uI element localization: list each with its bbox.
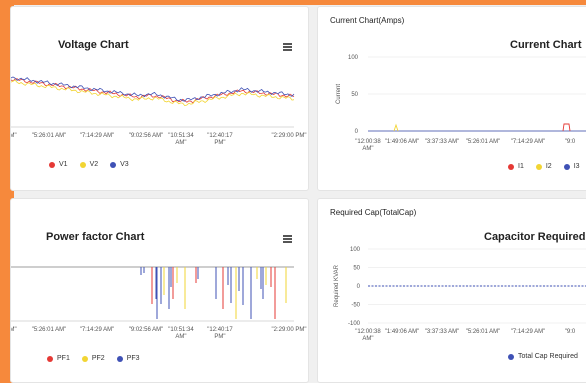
x-tick-label: "10:51:34 — [168, 133, 194, 139]
x-tick-label: AM" — [175, 140, 186, 146]
series-line-v1 — [11, 78, 295, 104]
x-tick-label: "7:14:29 AM" — [80, 133, 115, 139]
x-tick-label: "2:29:00 PM" — [272, 133, 307, 139]
x-tick-label: "9:02:56 AM" — [129, 133, 164, 139]
legend-marker-icon — [47, 355, 53, 362]
legend-item[interactable]: I3 — [563, 163, 580, 170]
legend-label: I3 — [573, 163, 580, 170]
x-tick-label: "9:02:56 AM" — [129, 327, 164, 333]
x-tick-label: "1:49:06 AM" — [385, 329, 420, 335]
x-tick-label: "9:0 — [565, 139, 576, 145]
legend-marker-icon — [508, 353, 514, 360]
x-tick-label: PM" — [214, 334, 225, 340]
legend-label: V3 — [120, 161, 129, 168]
legend-item[interactable]: PF2 — [81, 355, 105, 362]
legend-marker-icon — [49, 161, 55, 168]
x-tick-label: "3:37:33 AM" — [425, 329, 460, 335]
x-tick-label: "7:14:29 AM" — [80, 327, 115, 333]
y-axis-label: Required KVAR — [334, 264, 340, 307]
legend-item[interactable]: I1 — [508, 163, 524, 170]
x-tick-label: "9:0 — [565, 329, 576, 335]
x-tick-label: "5:26:01 AM" — [466, 139, 501, 145]
x-tick-label: "5:26:01 AM" — [32, 327, 67, 333]
x-tick-label: PM" — [214, 140, 225, 146]
x-tick-label: AM" — [10, 133, 17, 139]
legend-item[interactable]: V2 — [79, 161, 99, 168]
x-tick-label: "5:26:01 AM" — [466, 329, 501, 335]
x-tick-label: "10:51:34 — [168, 327, 194, 333]
x-tick-label: "2:29:00 PM" — [272, 327, 307, 333]
chart-legend: I1 I2 I3 — [508, 163, 580, 170]
y-tick-label: -50 — [351, 303, 360, 309]
legend-item[interactable]: PF1 — [47, 355, 70, 362]
legend-marker-icon — [563, 163, 570, 170]
legend-marker-icon — [508, 163, 514, 170]
chart-legend: PF1 PF2 PF3 — [47, 355, 140, 362]
legend-label: V2 — [89, 161, 99, 168]
legend-label: I2 — [545, 163, 552, 170]
y-tick-label: 0 — [355, 129, 359, 135]
legend-label: PF2 — [91, 355, 105, 362]
x-tick-label: "7:14:29 AM" — [511, 329, 546, 335]
chart-legend: V1 V2 V3 — [49, 161, 129, 168]
power-factor-chart-card: Power factor Chart AM" "5:26:01 AM" "7:14:… — [10, 198, 309, 383]
y-tick-label: 50 — [351, 92, 358, 98]
legend-item[interactable]: I2 — [535, 163, 552, 170]
legend-label: Total Cap Required — [518, 353, 578, 360]
legend-label: PF3 — [126, 355, 140, 362]
legend-item[interactable]: PF3 — [116, 355, 140, 362]
chart-legend: Total Cap Required — [508, 353, 578, 360]
x-tick-label: AM" — [10, 327, 17, 333]
x-tick-label: AM" — [175, 334, 186, 340]
current-chart-card: Current Chart(Amps) Current Chart 100 50 0… — [317, 6, 586, 191]
x-tick-label: "3:37:33 AM" — [425, 139, 460, 145]
x-tick-label: AM" — [362, 336, 373, 342]
series-line-i2 — [393, 123, 399, 132]
legend-item[interactable]: V3 — [110, 161, 129, 168]
capacitor-chart-card: Required Cap(TotalCap) Capacitor Require… — [317, 198, 586, 383]
legend-label: V1 — [59, 161, 68, 168]
x-tick-label: "12:00:38 — [355, 139, 381, 145]
y-tick-label: 50 — [353, 266, 360, 272]
x-tick-label: "12:40:17 — [207, 327, 233, 333]
legend-marker-icon — [535, 163, 542, 170]
y-tick-label: 100 — [348, 55, 359, 61]
y-axis-label: Current — [336, 84, 342, 104]
legend-label: PF1 — [57, 355, 70, 362]
legend-marker-icon — [79, 161, 86, 168]
x-tick-label: "1:49:06 AM" — [385, 139, 420, 145]
y-tick-label: -100 — [348, 321, 361, 327]
legend-marker-icon — [116, 355, 123, 362]
voltage-chart-card: Voltage Chart AM" "5:26:01 AM" "7:14:29 AM… — [10, 6, 309, 191]
series-line-v3 — [11, 76, 295, 102]
x-tick-label: AM" — [362, 146, 373, 152]
legend-item[interactable]: V1 — [49, 161, 68, 168]
x-tick-label: "12:40:17 — [207, 133, 233, 139]
orange-accent-top — [0, 0, 586, 5]
legend-item[interactable]: Total Cap Required — [508, 353, 578, 360]
series-line-v2 — [11, 79, 295, 107]
legend-marker-icon — [110, 161, 117, 168]
y-tick-label: 0 — [357, 284, 361, 290]
series-line-i1 — [562, 123, 571, 132]
legend-marker-icon — [81, 355, 88, 362]
legend-label: I1 — [518, 163, 524, 170]
x-tick-label: "12:00:38 — [355, 329, 381, 335]
x-tick-label: "7:14:29 AM" — [511, 139, 546, 145]
y-tick-label: 100 — [350, 247, 361, 253]
x-tick-label: "5:26:01 AM" — [32, 133, 67, 139]
